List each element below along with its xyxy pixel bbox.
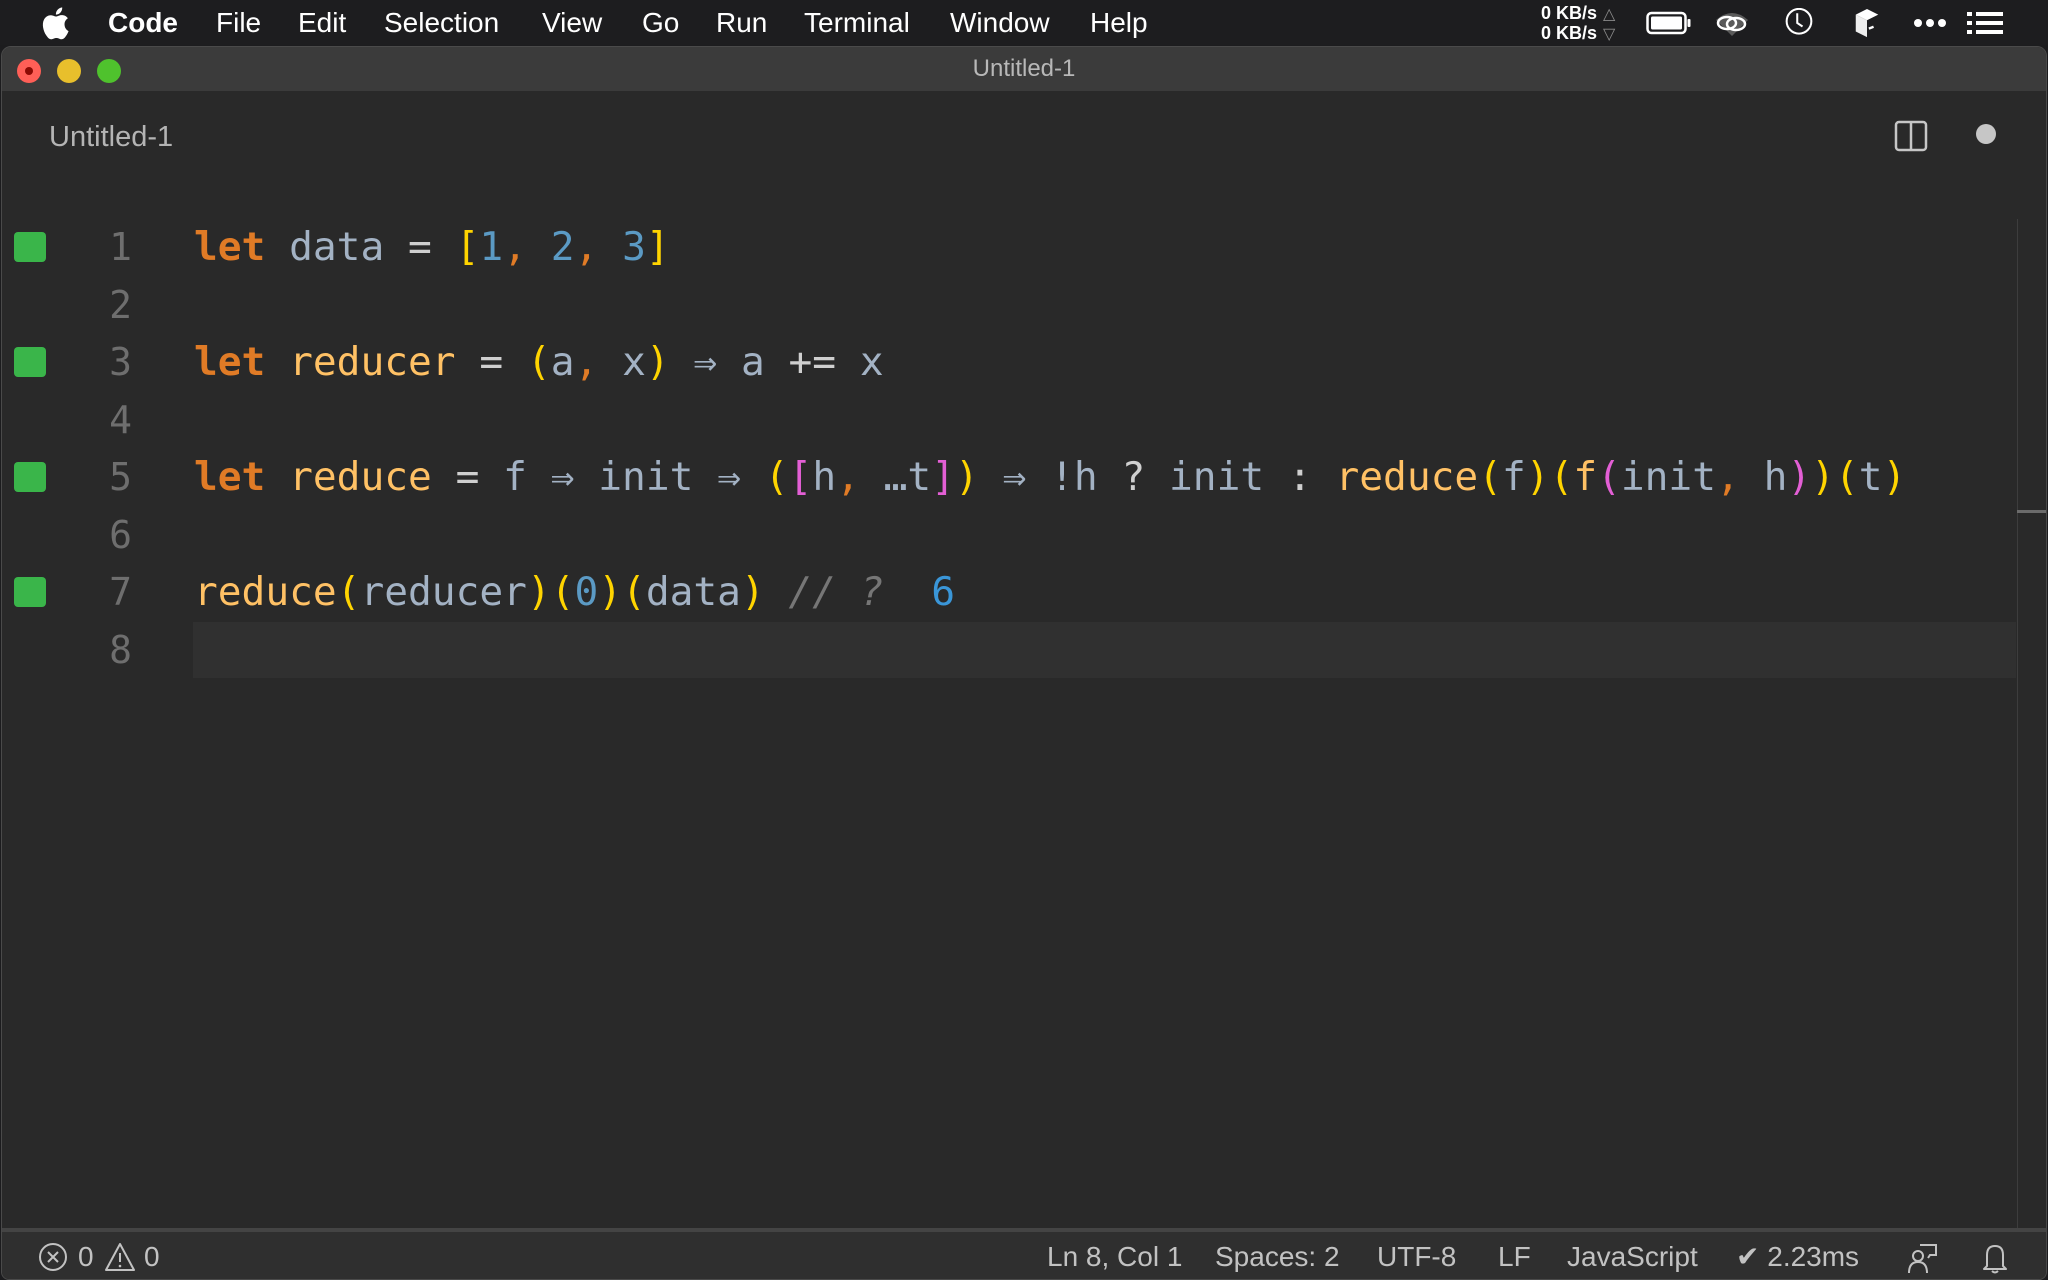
tab-untitled-1[interactable]: Untitled-1 (49, 120, 173, 154)
code-line-4[interactable]: 4 (2, 392, 2046, 449)
code-line-5[interactable]: 5 let reduce = f ⇒ init ⇒ ([h, …t]) ⇒ !h… (2, 449, 2046, 506)
line-number: 8 (109, 627, 132, 672)
line-number: 6 (109, 512, 132, 557)
cursor-position[interactable]: Ln 8, Col 1 (1047, 1241, 1182, 1273)
menu-view[interactable]: View (542, 6, 602, 40)
menu-app-code[interactable]: Code (108, 6, 178, 40)
warning-count[interactable]: 0 (144, 1241, 160, 1273)
menu-edit[interactable]: Edit (298, 6, 346, 40)
macos-menu-bar: Code File Edit Selection View Go Run Ter… (0, 0, 2048, 45)
coverage-marker (14, 232, 46, 262)
code-line-6[interactable]: 6 (2, 507, 2046, 564)
menu-file[interactable]: File (216, 6, 261, 40)
coverage-marker (14, 347, 46, 377)
error-icon[interactable] (38, 1242, 68, 1272)
warning-icon[interactable] (104, 1242, 136, 1272)
network-monitor[interactable]: 0 KB/s △ 0 KB/s ▽ (1541, 4, 1615, 44)
line-number: 3 (109, 340, 132, 384)
coverage-marker (14, 577, 46, 607)
code-line-1[interactable]: 1 let data = [1, 2, 3] (2, 219, 2046, 276)
battery-icon[interactable] (1646, 8, 1692, 38)
language-mode[interactable]: JavaScript (1567, 1241, 1698, 1273)
line-number: 4 (109, 397, 132, 442)
code-line-7[interactable]: 7 reduce(reducer)(0)(data) // ? 6 (2, 564, 2046, 621)
code-line-2[interactable]: 2 (2, 277, 2046, 334)
vscode-window: Untitled-1 Untitled-1 1 let data = [1, 2… (1, 46, 2047, 1280)
menu-go[interactable]: Go (642, 6, 679, 40)
line-number: 7 (109, 570, 132, 614)
quokka-timing[interactable]: ✔ 2.23ms (1736, 1241, 1859, 1273)
download-arrow-icon: ▽ (1603, 26, 1616, 43)
menu-selection[interactable]: Selection (384, 6, 499, 40)
indentation[interactable]: Spaces: 2 (1215, 1241, 1340, 1273)
upload-arrow-icon: △ (1603, 6, 1616, 23)
code-text: let reducer = (a, x) ⇒ a += x (194, 339, 884, 385)
line-number: 2 (109, 282, 132, 327)
inline-result-value: 6 (931, 569, 955, 615)
list-icon[interactable] (1966, 8, 2004, 38)
line-number: 5 (109, 455, 132, 499)
creative-cloud-icon[interactable] (1712, 8, 1752, 38)
notifications-bell-icon[interactable] (1980, 1242, 2010, 1274)
unsaved-changes-dot-icon[interactable] (1976, 124, 1996, 144)
code-text: reduce(reducer)(0)(data) // ? 6 (194, 569, 955, 615)
status-bar: 0 0 Ln 8, Col 1 Spaces: 2 UTF-8 LF JavaS… (2, 1228, 2046, 1279)
window-title: Untitled-1 (972, 55, 1076, 82)
coverage-marker (14, 462, 46, 492)
line-number: 1 (109, 225, 132, 269)
window-titlebar[interactable]: Untitled-1 (2, 47, 2046, 91)
code-editor[interactable]: 1 let data = [1, 2, 3] 2 3 let reducer =… (2, 176, 2046, 1229)
split-editor-icon[interactable] (1894, 119, 1928, 153)
line-ending[interactable]: LF (1498, 1241, 1531, 1273)
tab-bar: Untitled-1 (2, 91, 2046, 176)
cube-icon[interactable] (1852, 8, 1882, 38)
encoding[interactable]: UTF-8 (1377, 1241, 1456, 1273)
menu-help[interactable]: Help (1090, 6, 1148, 40)
more-icon[interactable] (1912, 8, 1948, 38)
download-rate: 0 KB/s (1541, 23, 1598, 43)
apple-logo-icon[interactable] (40, 6, 70, 40)
current-line-highlight (193, 621, 2016, 678)
feedback-icon[interactable] (1906, 1242, 1938, 1274)
menu-window[interactable]: Window (950, 6, 1050, 40)
upload-rate: 0 KB/s (1541, 3, 1598, 23)
code-line-8[interactable]: 8 (2, 621, 2046, 679)
code-line-3[interactable]: 3 let reducer = (a, x) ⇒ a += x (2, 334, 2046, 391)
code-text: let data = [1, 2, 3] (194, 224, 670, 270)
clock-icon[interactable] (1782, 8, 1816, 38)
code-text: let reduce = f ⇒ init ⇒ ([h, …t]) ⇒ !h ?… (194, 454, 1907, 500)
menu-terminal[interactable]: Terminal (804, 6, 910, 40)
menu-run[interactable]: Run (716, 6, 767, 40)
error-count[interactable]: 0 (78, 1241, 94, 1273)
